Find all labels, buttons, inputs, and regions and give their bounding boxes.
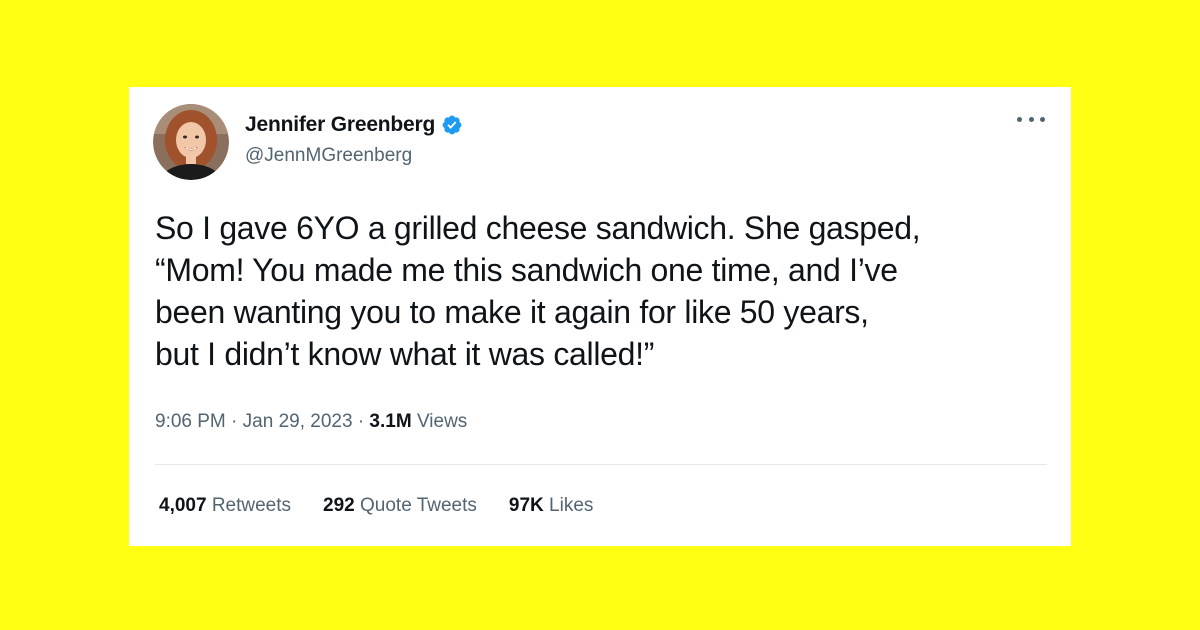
- quote-tweets-count: 292: [323, 495, 355, 516]
- author-name-row: Jennifer Greenberg: [245, 113, 463, 137]
- tweet-text: So I gave 6YO a grilled cheese sandwich.…: [155, 210, 921, 372]
- dot: [1017, 116, 1022, 122]
- tweet-meta: 9:06 PM · Jan 29, 2023 · 3.1M Views: [155, 411, 467, 433]
- tweet-time[interactable]: 9:06 PM: [155, 411, 226, 432]
- tweet-date[interactable]: Jan 29, 2023: [243, 411, 353, 432]
- profile-photo-icon: [153, 104, 229, 180]
- divider: [155, 464, 1047, 465]
- retweets-stat[interactable]: 4,007 Retweets: [159, 495, 291, 517]
- dot: [1040, 116, 1045, 122]
- quote-tweets-label: Quote Tweets: [360, 495, 477, 516]
- avatar[interactable]: [153, 104, 229, 180]
- more-options-icon[interactable]: [1017, 109, 1045, 129]
- likes-stat[interactable]: 97K Likes: [509, 495, 594, 517]
- author-display-name[interactable]: Jennifer Greenberg: [245, 113, 435, 137]
- dot: [1028, 116, 1034, 122]
- retweets-count: 4,007: [159, 495, 207, 516]
- views-label: Views: [416, 411, 468, 432]
- verified-badge-icon: [441, 114, 463, 136]
- engagement-stats: 4,007 Retweets 292 Quote Tweets 97K Like…: [159, 495, 593, 517]
- retweets-label: Retweets: [211, 495, 292, 516]
- meta-separator: ·: [231, 411, 238, 432]
- author-handle[interactable]: @JennMGreenberg: [245, 145, 412, 167]
- likes-count: 97K: [508, 495, 544, 516]
- meta-separator: ·: [357, 411, 365, 432]
- views-count: 3.1M: [369, 411, 412, 432]
- tweet-card: Jennifer Greenberg @JennMGreenberg So I …: [129, 87, 1071, 546]
- likes-label: Likes: [549, 495, 594, 516]
- quote-tweets-stat[interactable]: 292 Quote Tweets: [323, 495, 477, 517]
